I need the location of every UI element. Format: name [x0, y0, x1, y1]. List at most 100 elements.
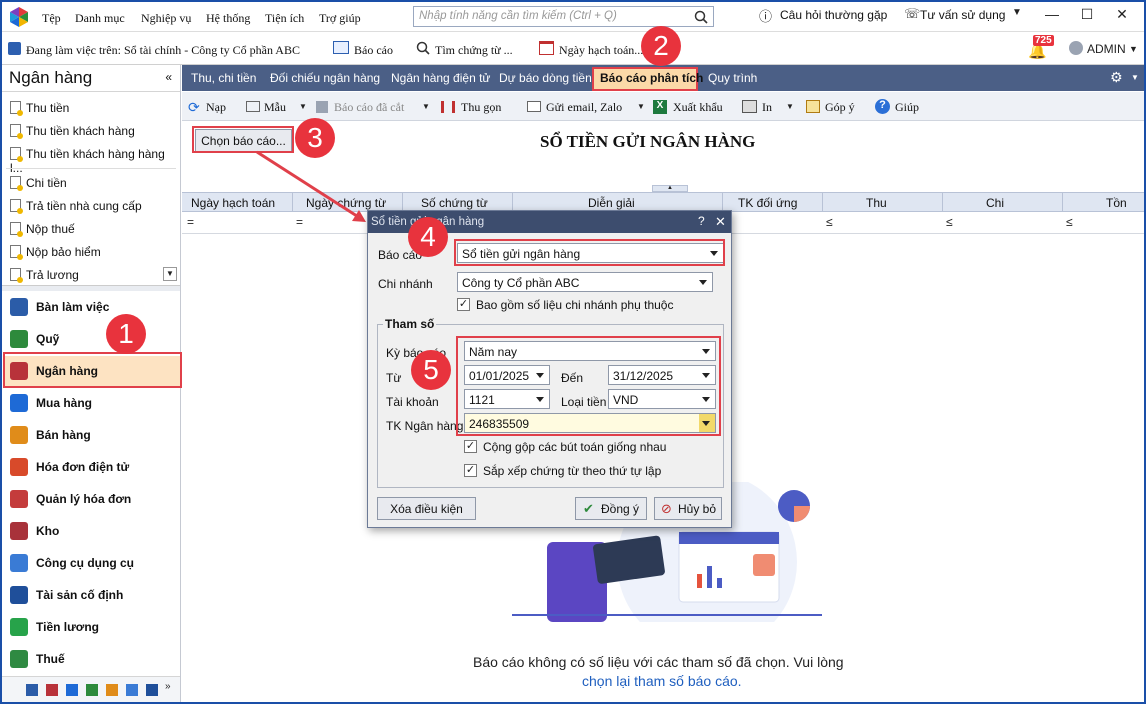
minimize-button[interactable]: — [1042, 6, 1062, 24]
merge-checkbox[interactable]: ✓ [464, 440, 477, 453]
sub-label: Thu tiền khách hàng hàng l... [10, 147, 165, 175]
menu-utilities[interactable]: Tiện ích [265, 11, 304, 26]
dialog-help-icon[interactable]: ? [698, 214, 705, 228]
nav-quy[interactable]: Quỹ [5, 324, 181, 354]
faq-link[interactable]: Câu hỏi thường gặp [780, 8, 887, 22]
nav-tai-san-co-dinh[interactable]: Tài sản cố định [5, 580, 181, 610]
consult-link[interactable]: Tư vấn sử dụng [920, 8, 1005, 22]
ok-button[interactable]: ✔ Đồng ý [575, 497, 647, 520]
tab-quy-trinh[interactable]: Quy trình [708, 71, 757, 85]
user-name[interactable]: ADMIN [1087, 42, 1126, 56]
sidebar-sub-tra-tien-ncc[interactable]: Trả tiền nhà cung cấp [10, 199, 142, 214]
include-branch-checkbox[interactable]: ✓ [457, 298, 470, 311]
menu-catalog[interactable]: Danh mục [75, 11, 125, 26]
send-email-button[interactable]: Gửi email, Zalo [546, 100, 622, 115]
nav-cong-cu-dung-cu[interactable]: Công cụ dụng cụ [5, 548, 181, 578]
menu-file[interactable]: Tệp [42, 11, 61, 26]
nav-tien-luong[interactable]: Tiền lương [5, 612, 181, 642]
menu-operations[interactable]: Nghiệp vụ [141, 11, 191, 26]
cancel-button[interactable]: ⊘ Hủy bỏ [654, 497, 722, 520]
saved-report-button[interactable]: Báo cáo đã cắt [334, 100, 404, 115]
export-button[interactable]: Xuất khẩu [673, 100, 723, 115]
report-title: SỔ TIỀN GỬI NGÂN HÀNG [540, 132, 756, 151]
nav-thue[interactable]: Thuế [5, 644, 181, 674]
search-input[interactable]: Nhập tính năng cần tìm kiếm (Ctrl + Q) [413, 6, 714, 27]
filter-op[interactable]: = [187, 215, 194, 229]
tab-du-bao[interactable]: Dự báo dòng tiền [499, 71, 592, 85]
search-icon[interactable] [694, 10, 708, 24]
filter-op[interactable]: ≤ [826, 215, 833, 229]
nav-label: Tài sản cố định [36, 588, 124, 602]
shortcut-icon[interactable] [46, 684, 58, 696]
gear-chevron-icon[interactable]: ▼ [1131, 73, 1139, 82]
col-tk-doi-ung[interactable]: TK đối ứng [738, 196, 797, 210]
nav-ban-hang[interactable]: Bán hàng [5, 420, 181, 450]
sidebar-sub-thu-tien[interactable]: Thu tiền [10, 101, 69, 116]
branch-select[interactable]: Công ty Cổ phần ABC [457, 272, 713, 292]
sidebar-sub-tra-luong[interactable]: Trả lương [10, 268, 79, 283]
col-chi[interactable]: Chi [986, 196, 1004, 210]
scroll-down-icon[interactable]: ▼ [163, 267, 177, 281]
shortcut-icon[interactable] [146, 684, 158, 696]
shortcut-icon[interactable] [126, 684, 138, 696]
menu-help[interactable]: Trợ giúp [319, 11, 361, 26]
nav-kho[interactable]: Kho [5, 516, 181, 546]
print-chevron-icon[interactable]: ▼ [786, 102, 794, 111]
col-so-chung-tu[interactable]: Số chứng từ [421, 196, 488, 210]
sidebar-sub-nop-thue[interactable]: Nộp thuế [10, 222, 75, 237]
shortcut-icon[interactable] [26, 684, 38, 696]
user-chevron-icon[interactable]: ▼ [1129, 44, 1138, 54]
maximize-button[interactable]: ☐ [1077, 6, 1097, 24]
sort-checkbox[interactable]: ✓ [464, 464, 477, 477]
nav-shortcuts: » [2, 676, 180, 702]
col-ton[interactable]: Tồn [1106, 196, 1127, 210]
menu-system[interactable]: Hệ thống [206, 11, 250, 26]
feedback-button[interactable]: Góp ý [825, 100, 855, 115]
template-chevron-icon[interactable]: ▼ [299, 102, 307, 111]
gear-icon[interactable]: ⚙ [1110, 69, 1123, 86]
filter-op[interactable]: ≤ [1066, 215, 1073, 229]
dialog-close-icon[interactable]: ✕ [715, 214, 726, 230]
report-button[interactable]: Báo cáo [354, 43, 393, 58]
tab-bao-cao-phan-tich[interactable]: Báo cáo phân tích [600, 71, 703, 85]
shortcut-icon[interactable] [106, 684, 118, 696]
splitter[interactable] [2, 285, 180, 291]
step-badge-3: 3 [295, 118, 335, 158]
more-icon[interactable]: » [165, 681, 171, 692]
expand-handle[interactable]: ▲ [652, 185, 688, 192]
send-chevron-icon[interactable]: ▼ [637, 102, 645, 111]
shortcut-icon[interactable] [86, 684, 98, 696]
workspace-label[interactable]: Đang làm việc trên: Sổ tài chính - Công … [26, 43, 300, 58]
cart-icon [10, 394, 28, 412]
nav-mua-hang[interactable]: Mua hàng [5, 388, 181, 418]
filter-op[interactable]: ≤ [946, 215, 953, 229]
find-document-button[interactable]: Tìm chứng từ ... [435, 43, 513, 58]
saved-chevron-icon[interactable]: ▼ [422, 102, 430, 111]
tab-doi-chieu[interactable]: Đối chiếu ngân hàng [270, 71, 380, 85]
sidebar-sub-chi-tien[interactable]: Chi tiền [10, 176, 67, 191]
nav-hoa-don-dien-tu[interactable]: Hóa đơn điện tử [5, 452, 181, 482]
chevron-down-icon[interactable]: ▼ [1012, 7, 1022, 18]
nav-quan-ly-hoa-don[interactable]: Quản lý hóa đơn [5, 484, 181, 514]
highlight-nav [3, 352, 182, 388]
close-button[interactable]: ✕ [1112, 6, 1132, 24]
post-date-button[interactable]: Ngày hạch toán... [559, 43, 643, 58]
nav-ban-lam-viec[interactable]: Bàn làm việc [5, 292, 181, 322]
module-tabs: Thu, chi tiền Đối chiếu ngân hàng Ngân h… [182, 65, 1144, 91]
sidebar-sub-nop-bao-hiem[interactable]: Nộp bảo hiểm [10, 245, 101, 260]
reload-button[interactable]: Nạp [206, 100, 226, 115]
collapse-button[interactable]: Thu gọn [461, 100, 501, 115]
sidebar-sub-thu-tien-kh-hl[interactable]: Thu tiền khách hàng hàng l... [10, 147, 180, 175]
collapse-icon[interactable]: « [165, 70, 172, 84]
template-button[interactable]: Mẫu [264, 100, 286, 115]
reselect-link[interactable]: chọn lại tham số báo cáo. [582, 673, 742, 689]
tab-thu-chi[interactable]: Thu, chi tiền [191, 71, 256, 85]
help-button[interactable]: Giúp [895, 100, 919, 115]
col-dien-giai[interactable]: Diễn giải [588, 196, 635, 210]
col-thu[interactable]: Thu [866, 196, 887, 210]
sidebar-sub-thu-tien-kh[interactable]: Thu tiền khách hàng [10, 124, 135, 139]
print-button[interactable]: In [762, 100, 772, 115]
shortcut-icon[interactable] [66, 684, 78, 696]
tab-ngan-hang-dien-tu[interactable]: Ngân hàng điện tử [391, 71, 490, 85]
clear-conditions-button[interactable]: Xóa điều kiện [377, 497, 476, 520]
